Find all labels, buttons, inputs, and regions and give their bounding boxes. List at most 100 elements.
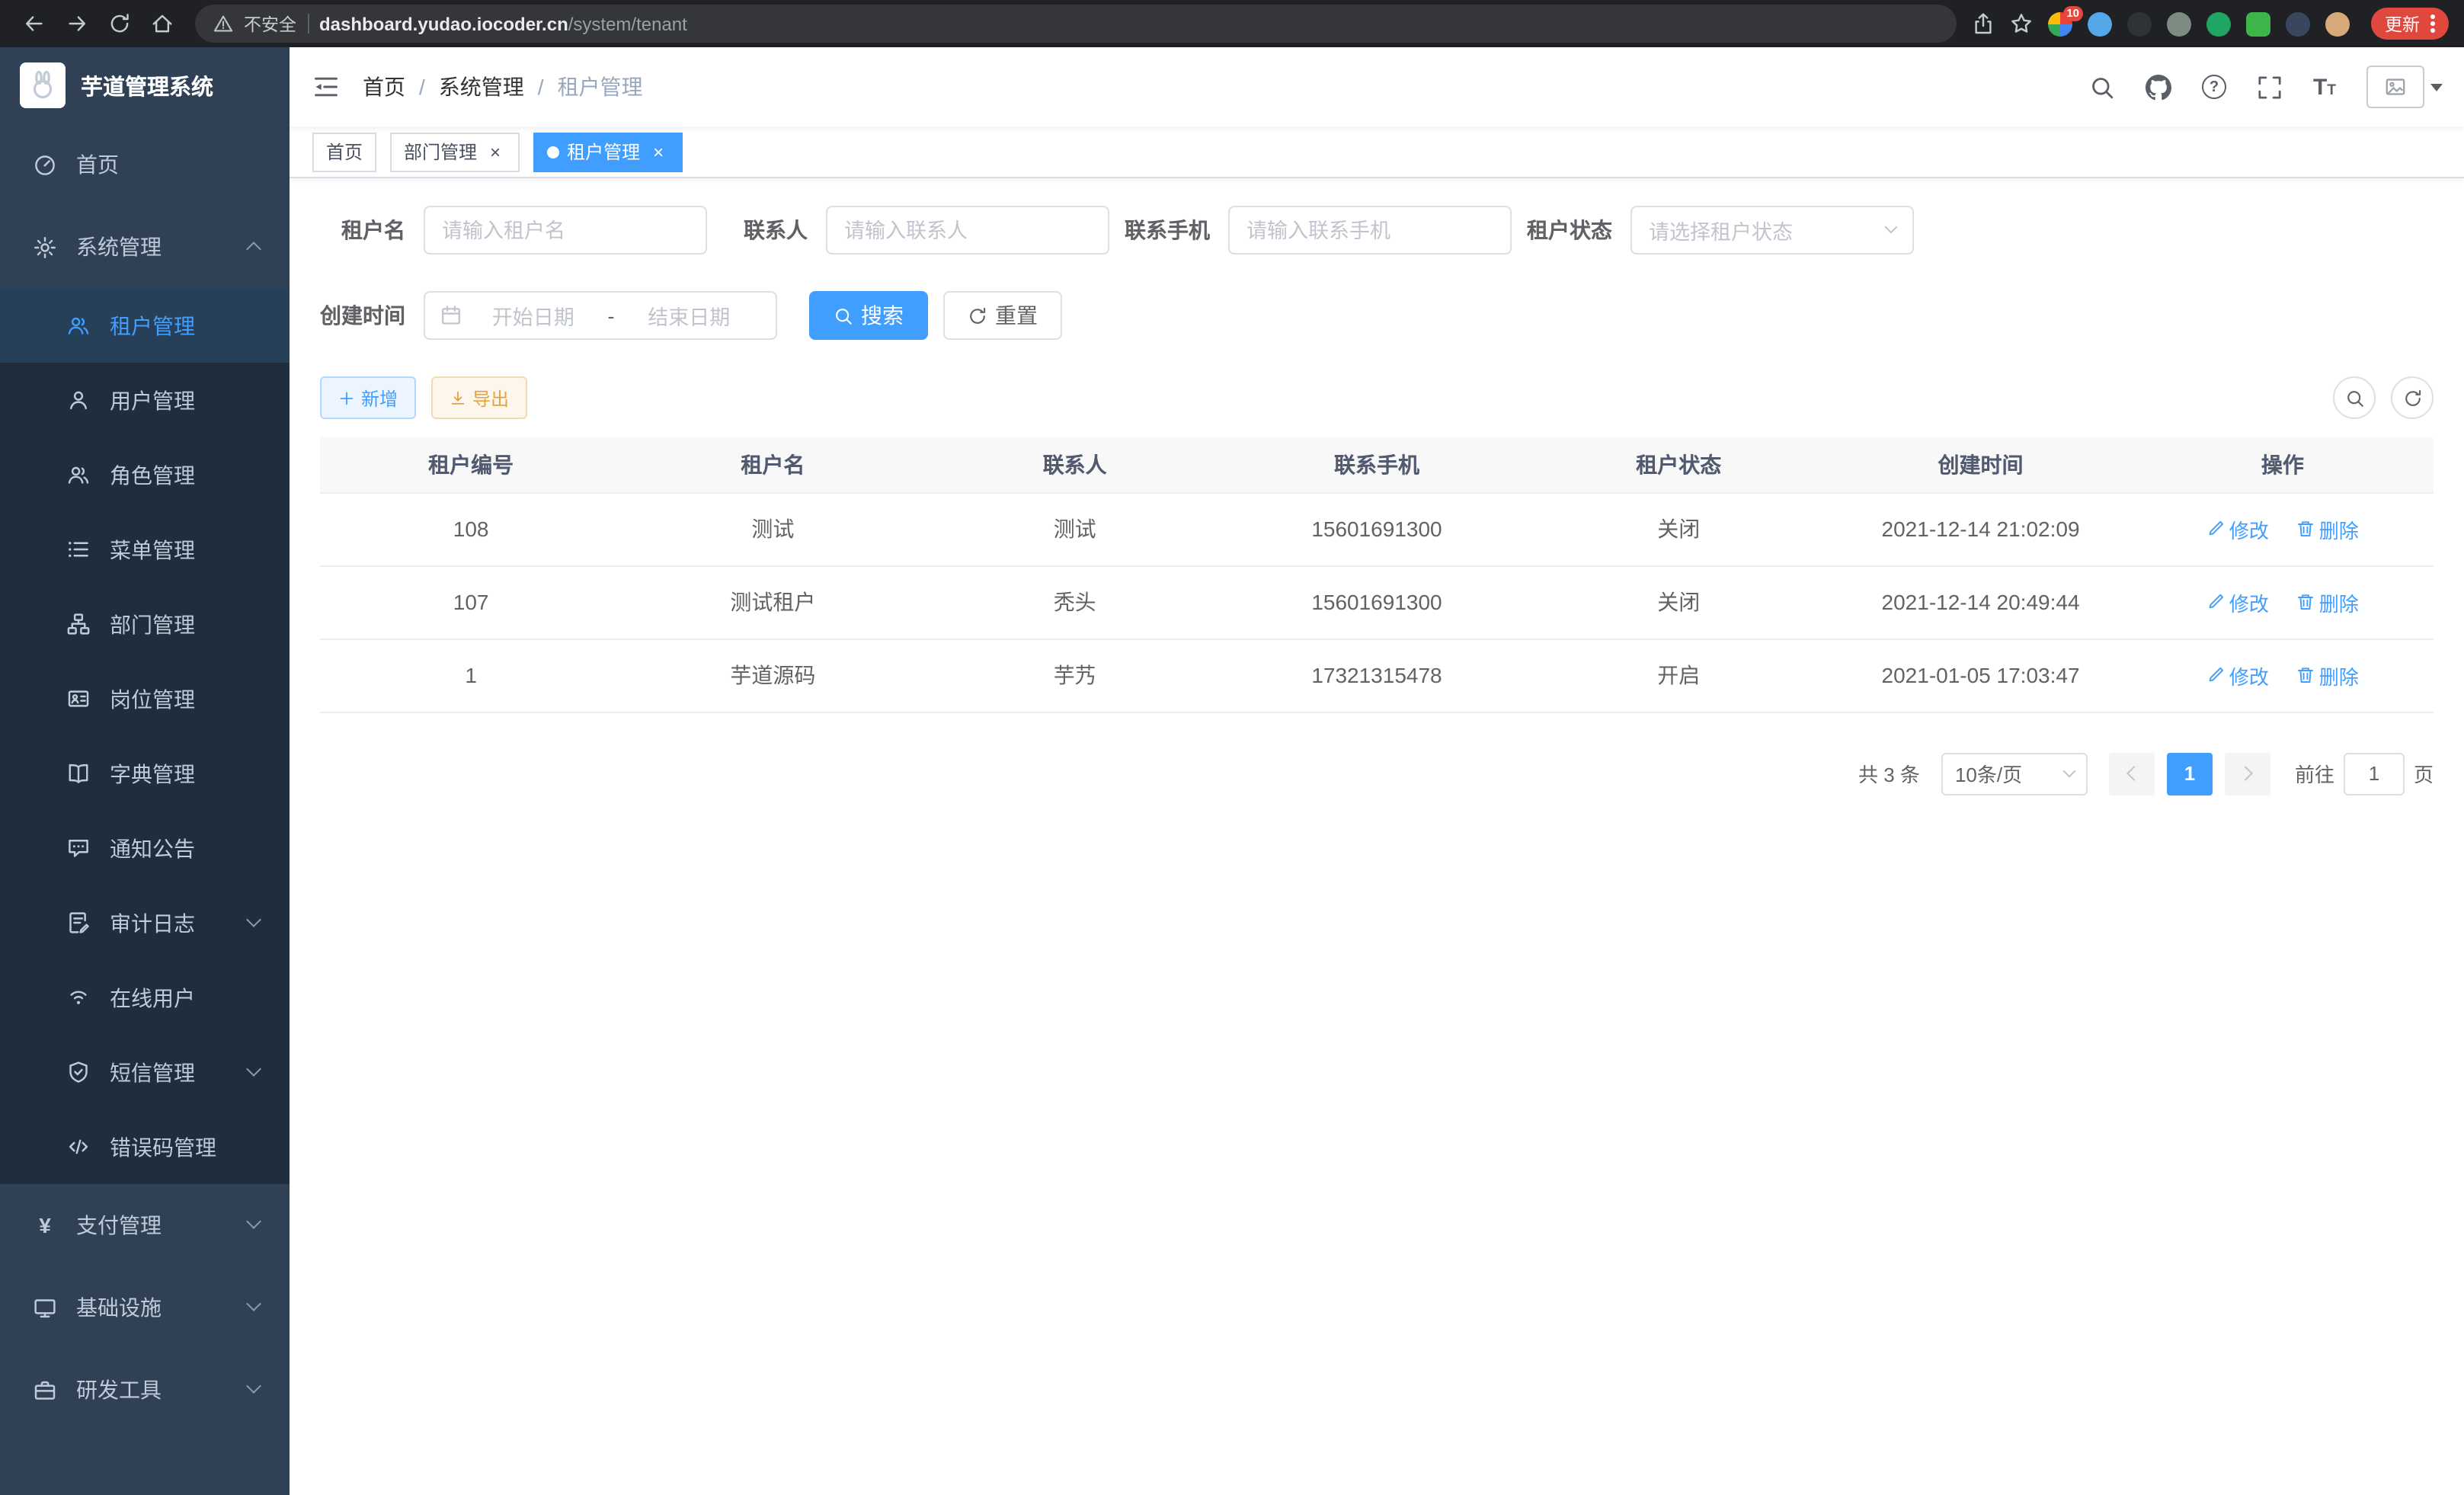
fullscreen-icon[interactable]	[2257, 74, 2283, 100]
extension-icon-3[interactable]	[2127, 11, 2152, 36]
gear-icon	[34, 235, 56, 258]
sidebar-item-tenant[interactable]: 租户管理	[0, 288, 290, 363]
sidebar-group-system[interactable]: 系统管理	[0, 206, 290, 288]
cell-contact: 测试	[924, 492, 1226, 565]
export-button[interactable]: 导出	[431, 376, 527, 419]
browser-update-button[interactable]: 更新	[2371, 8, 2449, 40]
jump-prefix: 前往	[2295, 759, 2334, 788]
delete-link[interactable]: 删除	[2296, 661, 2359, 690]
status-label: 租户状态	[1527, 215, 1612, 245]
extension-icon-8[interactable]	[2325, 11, 2350, 36]
pagination-total: 共 3 条	[1858, 759, 1920, 788]
home-icon[interactable]	[143, 5, 180, 42]
edit-label: 修改	[2229, 587, 2269, 616]
roles-icon	[67, 463, 90, 486]
app: 芋道管理系统 首页 系统管理 租户管理 用户管理	[0, 47, 2464, 1495]
extension-icon-5[interactable]	[2206, 11, 2231, 36]
extension-icon-2[interactable]	[2088, 11, 2112, 36]
tab-dept[interactable]: 部门管理	[390, 132, 520, 171]
sidebar-group-devtools[interactable]: 研发工具	[0, 1349, 290, 1431]
logo-image	[20, 62, 66, 108]
next-page-button[interactable]	[2225, 752, 2270, 795]
page-size-select[interactable]: 10条/页	[1941, 752, 2088, 795]
back-icon[interactable]	[15, 5, 52, 42]
plus-icon	[338, 389, 355, 406]
sidebar-item-dept[interactable]: 部门管理	[0, 587, 290, 661]
add-button[interactable]: 新增	[320, 376, 416, 419]
trash-icon	[2296, 666, 2315, 684]
tab-tenant[interactable]: 租户管理	[533, 132, 683, 171]
sidebar-group-infra[interactable]: 基础设施	[0, 1266, 290, 1349]
page-jump-input[interactable]	[2344, 752, 2405, 795]
sidebar-item-errorcode[interactable]: 错误码管理	[0, 1109, 290, 1184]
tab-home[interactable]: 首页	[312, 132, 376, 171]
browser-actions: 10 更新	[1972, 8, 2449, 40]
sidebar-item-label: 岗位管理	[110, 683, 195, 714]
tab-close-icon[interactable]	[648, 141, 669, 162]
date-range-picker[interactable]: 开始日期 - 结束日期	[424, 291, 777, 340]
status-select[interactable]: 请选择租户状态	[1630, 206, 1914, 255]
page-button-1[interactable]: 1	[2167, 752, 2213, 795]
sidebar-item-home[interactable]: 首页	[0, 123, 290, 206]
column-header-contact: 联系人	[924, 437, 1226, 492]
prev-page-button[interactable]	[2109, 752, 2155, 795]
extension-icon-7[interactable]	[2286, 11, 2310, 36]
reset-button[interactable]: 重置	[943, 291, 1062, 340]
search-icon[interactable]	[2089, 74, 2115, 100]
edit-icon	[2206, 593, 2225, 611]
github-icon[interactable]	[2146, 74, 2171, 100]
yen-icon	[34, 1214, 56, 1237]
bookmark-star-icon[interactable]	[2010, 12, 2033, 35]
tab-label: 租户管理	[567, 139, 640, 165]
filter-tenant-name: 租户名	[320, 206, 707, 255]
filter-row-2: 创建时间 开始日期 - 结束日期 搜索 重置	[320, 291, 2434, 340]
sidebar-group-sms[interactable]: 短信管理	[0, 1035, 290, 1109]
delete-link[interactable]: 删除	[2296, 587, 2359, 616]
user-menu[interactable]	[2366, 66, 2443, 108]
edit-link[interactable]: 修改	[2206, 514, 2269, 543]
breadcrumb-system[interactable]: 系统管理	[439, 72, 524, 102]
omnibox[interactable]: 不安全 dashboard.yudao.iocoder.cn/system/te…	[195, 5, 1957, 43]
sidebar-item-label: 用户管理	[110, 385, 195, 415]
contact-input[interactable]	[826, 206, 1109, 255]
code-icon	[67, 1135, 90, 1158]
search-button[interactable]: 搜索	[809, 291, 928, 340]
sidebar-item-notice[interactable]: 通知公告	[0, 811, 290, 885]
extension-icon-1[interactable]: 10	[2048, 11, 2072, 36]
breadcrumb-home[interactable]: 首页	[363, 72, 405, 102]
sidebar-item-dict[interactable]: 字典管理	[0, 736, 290, 811]
sidebar-item-post[interactable]: 岗位管理	[0, 661, 290, 736]
sidebar-group-payment[interactable]: 支付管理	[0, 1184, 290, 1266]
cell-tenant-id: 107	[320, 565, 622, 639]
add-button-label: 新增	[361, 385, 398, 411]
search-toggle-icon[interactable]	[2333, 376, 2376, 419]
avatar[interactable]	[2366, 66, 2424, 108]
help-icon[interactable]	[2202, 75, 2226, 99]
sidebar-item-menu[interactable]: 菜单管理	[0, 512, 290, 587]
omnibox-divider	[307, 14, 309, 34]
sidebar-item-user[interactable]: 用户管理	[0, 363, 290, 437]
share-icon[interactable]	[1972, 12, 1995, 35]
refresh-icon[interactable]	[2391, 376, 2434, 419]
edit-link[interactable]: 修改	[2206, 587, 2269, 616]
edit-link[interactable]: 修改	[2206, 661, 2269, 690]
sidebar-collapse-button[interactable]	[290, 47, 363, 126]
extension-icon-6[interactable]	[2246, 11, 2270, 36]
delete-link[interactable]: 删除	[2296, 514, 2359, 543]
forward-icon[interactable]	[58, 5, 94, 42]
breadcrumb: 首页 / 系统管理 / 租户管理	[363, 72, 643, 102]
tab-close-icon[interactable]	[485, 141, 506, 162]
chevron-down-icon	[246, 1378, 261, 1394]
export-button-label: 导出	[472, 385, 509, 411]
tenant-name-input[interactable]	[424, 206, 707, 255]
phone-input[interactable]	[1228, 206, 1512, 255]
sidebar-group-auditlog[interactable]: 审计日志	[0, 885, 290, 960]
kebab-menu-icon[interactable]	[2430, 21, 2435, 26]
extension-icon-4[interactable]	[2167, 11, 2191, 36]
reload-icon[interactable]	[101, 5, 137, 42]
tenant-table: 租户编号 租户名 联系人 联系手机 租户状态 创建时间 操作 108 测试	[320, 437, 2434, 712]
column-header-phone: 联系手机	[1226, 437, 1528, 492]
sidebar-item-online-user[interactable]: 在线用户	[0, 960, 290, 1035]
sidebar-item-role[interactable]: 角色管理	[0, 437, 290, 512]
font-size-icon[interactable]	[2313, 74, 2336, 100]
